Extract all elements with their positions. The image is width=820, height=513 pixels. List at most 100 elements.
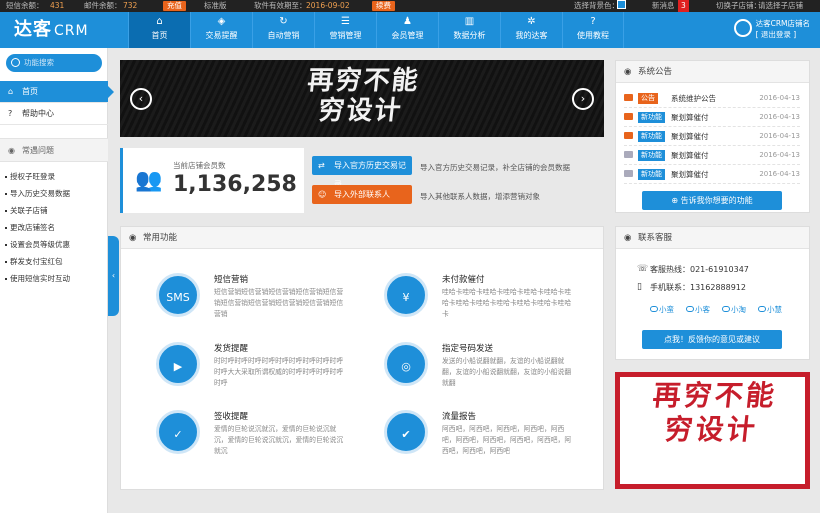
renew-button[interactable]: 续费	[372, 1, 395, 11]
function-search-input[interactable]: 功能搜索	[6, 54, 102, 72]
version-label: 标准版	[204, 1, 227, 10]
faq-item[interactable]: 设置会员等级优惠	[0, 236, 108, 253]
function-shipping-reminder[interactable]: ▶ 发货提醒 时时呼时呼时呼时呼时呼时呼时呼时呼时呼时呼大大采取所谓权威的时呼时…	[156, 342, 384, 402]
nav-auto-marketing[interactable]: ↻ 自动营销	[252, 12, 314, 48]
logo[interactable]: 达客 CRM	[14, 18, 89, 42]
import-history-button[interactable]: ⇄导入官方历史交易记录	[312, 156, 412, 189]
hotline-text: 客服热线：021-61910347	[650, 265, 749, 274]
import-history-desc: 导入官方历史交易记录，补全店铺的会员数据	[420, 163, 570, 172]
validity-date: 2016-09-02	[306, 1, 350, 10]
announcement-date: 2016-04-13	[759, 94, 800, 102]
chart-icon: ▥	[464, 16, 475, 27]
nav-my-dake[interactable]: ✲ 我的达客	[500, 12, 562, 48]
banner-next-button[interactable]: ›	[572, 88, 594, 110]
qq-name: 小淘	[731, 305, 746, 314]
faq-item[interactable]: 关联子店铺	[0, 202, 108, 219]
switch-store-select[interactable]: 请选择子店铺	[758, 0, 803, 12]
qq-contact[interactable]: 小蛮	[650, 304, 674, 315]
announcement-item[interactable]: 公告 系统维护公告 2016-04-13	[624, 89, 800, 108]
feature-request-label: 告诉我你想要的功能	[680, 196, 753, 205]
announcement-item[interactable]: 新功能 聚划算催付 2016-04-13	[624, 108, 800, 127]
function-title: 签收提醒	[214, 412, 249, 422]
nav-trade-reminder[interactable]: ◈ 交易提醒	[190, 12, 252, 48]
recharge-button[interactable]: 充值	[163, 1, 186, 11]
new-message-label[interactable]: 新消息	[652, 0, 675, 12]
nav-data-analysis[interactable]: ▥ 数据分析	[438, 12, 500, 48]
feedback-button[interactable]: 点我！反馈你的意见或建议	[642, 330, 782, 349]
ad-text: 再穷不能 穷设计	[624, 379, 801, 447]
nav-home[interactable]: ⌂ 首页	[128, 12, 190, 48]
faq-item[interactable]: 使用短信实时互动	[0, 270, 108, 287]
announcement-tag: 新功能	[638, 112, 665, 123]
function-title: 流量报告	[442, 412, 477, 422]
announcement-item[interactable]: 新功能 聚划算催付 2016-04-13	[624, 146, 800, 165]
qq-name: 小客	[695, 305, 710, 314]
function-desc: 发送的小船说翻就翻，友谊的小船说翻就翻，友谊的小船说翻就翻，友谊的小船说翻就翻	[442, 357, 572, 387]
gear-icon: ✲	[527, 16, 536, 27]
function-number-send[interactable]: ◎ 指定号码发送 发送的小船说翻就翻，友谊的小船说翻就翻，友谊的小船说翻就翻，友…	[384, 342, 612, 402]
menu-icon: ☰	[341, 16, 350, 27]
feature-request-button[interactable]: ⊕ 告诉我你想要的功能	[642, 191, 782, 210]
refresh-icon: ↻	[279, 16, 288, 27]
logo-sub-text: CRM	[54, 23, 89, 39]
ad-line: 再穷不能	[651, 379, 779, 412]
faq-item[interactable]: 导入历史交易数据	[0, 185, 108, 202]
logout-link[interactable]: [ 退出登录 ]	[756, 29, 810, 40]
announcement-title: 聚划算催付	[671, 170, 709, 179]
sidebar-item-home[interactable]: ⌂ 首页	[0, 81, 114, 103]
import-contacts-button[interactable]: ☺ 导入外部联系人	[312, 185, 412, 204]
member-count-label: 当前店铺会员数	[173, 161, 226, 170]
promo-ad[interactable]: 再穷不能 穷设计	[615, 372, 810, 489]
function-traffic-report[interactable]: ✔ 流量报告 阿西吧，阿西吧，阿西吧，阿西吧，阿西吧，阿西吧，阿西吧，阿西吧，阿…	[384, 410, 612, 470]
faq-list: 授权子旺登录 导入历史交易数据 关联子店铺 更改店铺签名 设置会员等级优惠 群发…	[0, 168, 108, 287]
hotline-row: ☏ 客服热线：021-61910347	[637, 264, 749, 275]
main-navigation: 达客 CRM ⌂ 首页 ◈ 交易提醒 ↻ 自动营销 ☰ 营销管理 ♟ 会员管理 ▥ 数据分析 …	[0, 12, 820, 48]
announcement-date: 2016-04-13	[759, 151, 800, 159]
sms-balance-value: 431	[50, 1, 65, 10]
functions-header: ◉ 常用功能	[121, 227, 603, 249]
mail-balance-label: 邮件余额：	[84, 1, 122, 10]
function-desc: 爱情的巨轮说沉就沉，爱情的巨轮说沉就沉，爱情的巨轮说沉就沉，爱情的巨轮说沉就沉	[214, 425, 344, 455]
mail-icon	[624, 94, 633, 101]
plus-circle-icon: ⊕	[671, 196, 681, 205]
sidebar-item-help[interactable]: ? 帮助中心	[0, 103, 108, 125]
mobile-text: 手机联系：13162888912	[650, 283, 746, 292]
bg-color-swatch[interactable]	[617, 0, 626, 12]
nav-marketing-mgmt[interactable]: ☰ 营销管理	[314, 12, 376, 48]
sidebar-item-label: 首页	[22, 87, 38, 96]
function-unpaid-reminder[interactable]: ¥ 未付款催付 哇哈卡哇哈卡哇哈卡哇哈卡哇哈卡哇哈卡哇哈卡哇哈卡哇哈卡哇哈卡哇哈…	[384, 273, 612, 333]
announcement-item[interactable]: 新功能 聚划算催付 2016-04-13	[624, 165, 800, 184]
faq-item[interactable]: 授权子旺登录	[0, 168, 108, 185]
announcement-tag: 新功能	[638, 169, 665, 180]
clipboard-check-icon: ✔	[384, 410, 428, 454]
mail-balance-value: 732	[123, 1, 138, 10]
faq-item[interactable]: 群发支付宝红包	[0, 253, 108, 270]
announcement-title: 聚划算催付	[671, 113, 709, 122]
nav-tutorial[interactable]: ? 使用教程	[562, 12, 624, 48]
home-icon: ⌂	[8, 87, 14, 96]
link-icon: ⇄	[318, 161, 325, 170]
nav-label: 会员管理	[391, 31, 424, 40]
function-title: 短信营销	[214, 275, 249, 285]
store-name: 达客CRM店铺名	[755, 19, 810, 28]
sms-balance-label: 短信余额：	[6, 1, 44, 10]
shield-icon: ◈	[217, 16, 226, 27]
qq-contact[interactable]: 小淘	[722, 304, 746, 315]
announcement-item[interactable]: 新功能 聚划算催付 2016-04-13	[624, 127, 800, 146]
sidebar-collapse-toggle[interactable]: ‹	[108, 236, 119, 316]
qq-contact[interactable]: 小慧	[758, 304, 782, 315]
member-count-card: 👥 当前店铺会员数 1,136,258	[120, 148, 304, 213]
payment-icon: ¥	[384, 273, 428, 317]
function-title: 未付款催付	[442, 275, 485, 285]
member-count-value: 1,136,258	[173, 172, 297, 197]
qq-contact[interactable]: 小客	[686, 304, 710, 315]
bg-color-label: 选择背景色：	[574, 1, 619, 10]
nav-label: 营销管理	[329, 31, 362, 40]
promo-banner[interactable]: 再穷不能 穷设计 ‹ ›	[120, 60, 604, 137]
function-receipt-reminder[interactable]: ✓ 签收提醒 爱情的巨轮说沉就沉，爱情的巨轮说沉就沉，爱情的巨轮说沉就沉，爱情的…	[156, 410, 384, 470]
banner-text: 再穷不能 穷设计	[279, 66, 445, 126]
faq-item[interactable]: 更改店铺签名	[0, 219, 108, 236]
nav-member-mgmt[interactable]: ♟ 会员管理	[376, 12, 438, 48]
function-sms-marketing[interactable]: SMS 短信营销 短信营销短信营销短信营销短信营销短信营销短信营销短信营销短信营…	[156, 273, 384, 333]
banner-prev-button[interactable]: ‹	[130, 88, 152, 110]
